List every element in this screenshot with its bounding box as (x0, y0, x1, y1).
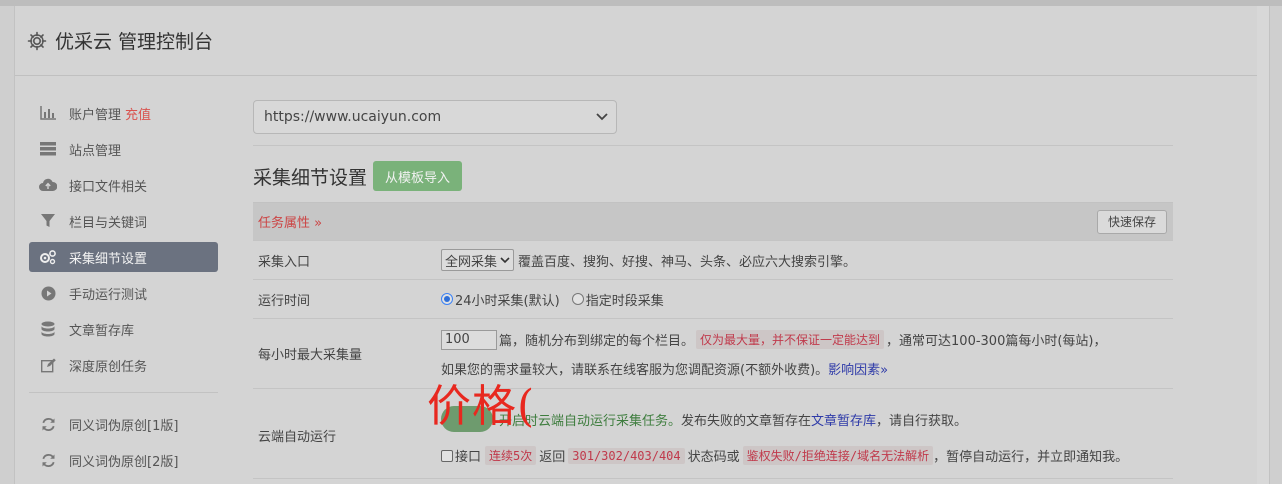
interface-notify-checkbox[interactable] (441, 449, 453, 462)
checkbox-label: 接口 (455, 450, 482, 465)
edit-icon (39, 356, 57, 374)
sidebar-item-label: 深度原创任务 (69, 359, 148, 375)
sidebar-item-label: 接口文件相关 (69, 179, 148, 195)
site-select-value: https://www.ucaiyun.com (264, 109, 442, 125)
recharge-link[interactable]: 充值 (125, 104, 151, 123)
console-frame: 优采云 管理控制台 账户管理 充值 站点管理 接口文件相关 栏目与关键词 采集细… (14, 6, 1270, 484)
sidebar-item-label: 同义词伪原创[2版] (69, 454, 179, 470)
cogs-icon (39, 248, 57, 266)
cloud-row: 云端自动运行 开启时云端自动运行采集任务。 发布失败的文章暂存在 文章暂存库 ，… (253, 389, 1173, 479)
entry-select[interactable]: 全网采集 (441, 249, 515, 271)
entry-label: 采集入口 (258, 254, 311, 270)
settings-table: 任务属性 » 快速保存 采集入口 全网采集 覆盖百度、搜狗、好搜、神马、头条、必… (253, 202, 1173, 479)
page-header: 优采云 管理控制台 (15, 6, 1269, 76)
sidebar-item-label: 手动运行测试 (69, 287, 148, 303)
chevron-down-icon (500, 256, 510, 263)
refresh-icon (39, 415, 57, 433)
sidebar-item-columns-keywords[interactable]: 栏目与关键词 (29, 206, 218, 236)
max-text-2: ，通常可达100-300篇每小时(每站)， (886, 334, 1107, 349)
max-row: 每小时最大采集量 100 篇，随机分布到绑定的每个栏目。 仅为最大量，并不保证一… (253, 319, 1173, 389)
main-content: https://www.ucaiyun.com 采集细节设置 从模板导入 任务属… (253, 100, 1173, 479)
cloud-t1: 返回 (539, 450, 566, 465)
cloud-t3: ，暂停自动运行，并立即通知我。 (933, 450, 1129, 465)
cloud-text-2: ，请自行获取。 (876, 413, 968, 429)
sidebar: 账户管理 充值 站点管理 接口文件相关 栏目与关键词 采集细节设置 手动运行测试… (29, 98, 218, 481)
sidebar-item-collect-settings[interactable]: 采集细节设置 (29, 242, 218, 272)
max-warning: 仅为最大量，并不保证一定能达到 (696, 330, 885, 349)
max-text-1: 篇，随机分布到绑定的每个栏目。 (499, 334, 695, 349)
sidebar-item-label: 栏目与关键词 (69, 215, 148, 231)
sidebar-item-label: 文章暂存库 (69, 323, 135, 339)
import-from-template-button[interactable]: 从模板导入 (373, 161, 463, 191)
runtime-label: 运行时间 (258, 293, 311, 309)
refresh-icon (39, 451, 57, 469)
runtime-radio-24h[interactable] (441, 293, 453, 305)
factors-link[interactable]: 影响因素» (828, 359, 888, 378)
max-per-hour-input[interactable]: 100 (441, 329, 497, 350)
database-icon (39, 320, 57, 338)
sidebar-item-synonym-v2[interactable]: 同义词伪原创[2版] (29, 445, 218, 475)
sidebar-item-label: 同义词伪原创[1版] (69, 418, 179, 434)
runtime-row: 运行时间 24小时采集(默认) 指定时段采集 (253, 280, 1173, 319)
entry-row: 采集入口 全网采集 覆盖百度、搜狗、好搜、神马、头条、必应六大搜索引擎。 (253, 241, 1173, 280)
code-auth-fail: 鉴权失败/拒绝连接/域名无法解析 (742, 446, 934, 465)
task-attr-row: 任务属性 » 快速保存 (253, 203, 1173, 241)
bar-chart-icon (39, 104, 57, 122)
runtime-option-24h: 24小时采集(默认) (455, 293, 560, 309)
cloud-t2: 状态码或 (687, 450, 740, 465)
runtime-radio-scheduled[interactable] (571, 293, 584, 305)
chevron-down-icon (596, 113, 608, 121)
code-consecutive: 连续5次 (485, 446, 537, 465)
sidebar-item-label: 采集细节设置 (69, 251, 148, 267)
section-title: 采集细节设置 (253, 166, 368, 189)
server-icon (39, 140, 57, 158)
sidebar-divider (29, 392, 218, 393)
sidebar-item-account[interactable]: 账户管理 充值 (29, 98, 218, 128)
max-text-3: 如果您的需求量较大，请联系在线客服为您调配资源(不额外收费)。 (441, 362, 829, 378)
sidebar-item-article-storage[interactable]: 文章暂存库 (29, 314, 218, 344)
cloud-label: 云端自动运行 (258, 430, 337, 445)
play-circle-icon (39, 284, 57, 302)
sidebar-item-deep-original[interactable]: 深度原创任务 (29, 350, 218, 380)
sidebar-item-synonym-v1[interactable]: 同义词伪原创[1版] (29, 409, 218, 439)
filter-icon (39, 212, 57, 230)
scrollbar[interactable] (1257, 6, 1269, 484)
site-select[interactable]: https://www.ucaiyun.com (253, 100, 617, 134)
sidebar-item-manual-test[interactable]: 手动运行测试 (29, 278, 218, 308)
article-storage-link[interactable]: 文章暂存库 (811, 410, 876, 429)
gear-icon (27, 31, 47, 50)
section-header: 采集细节设置 从模板导入 (253, 161, 1173, 191)
runtime-option-scheduled: 指定时段采集 (585, 293, 664, 309)
entry-desc: 覆盖百度、搜狗、好搜、神马、头条、必应六大搜索引擎。 (518, 254, 857, 270)
sidebar-item-interface-files[interactable]: 接口文件相关 (29, 170, 218, 200)
sidebar-item-sites[interactable]: 站点管理 (29, 134, 218, 164)
divider (253, 145, 1173, 146)
price-overlay-text: 价格( (427, 381, 536, 432)
quick-save-button[interactable]: 快速保存 (1096, 209, 1167, 234)
sidebar-item-label: 账户管理 (69, 107, 122, 123)
cloud-text-1: 发布失败的文章暂存在 (681, 413, 812, 429)
code-status: 301/302/403/404 (568, 447, 685, 464)
sidebar-item-label: 站点管理 (69, 143, 122, 159)
max-label: 每小时最大采集量 (258, 348, 363, 363)
cloud-upload-icon (39, 176, 57, 194)
page-title: 优采云 管理控制台 (55, 31, 214, 53)
task-attr-toggle[interactable]: 任务属性 » (258, 212, 322, 231)
